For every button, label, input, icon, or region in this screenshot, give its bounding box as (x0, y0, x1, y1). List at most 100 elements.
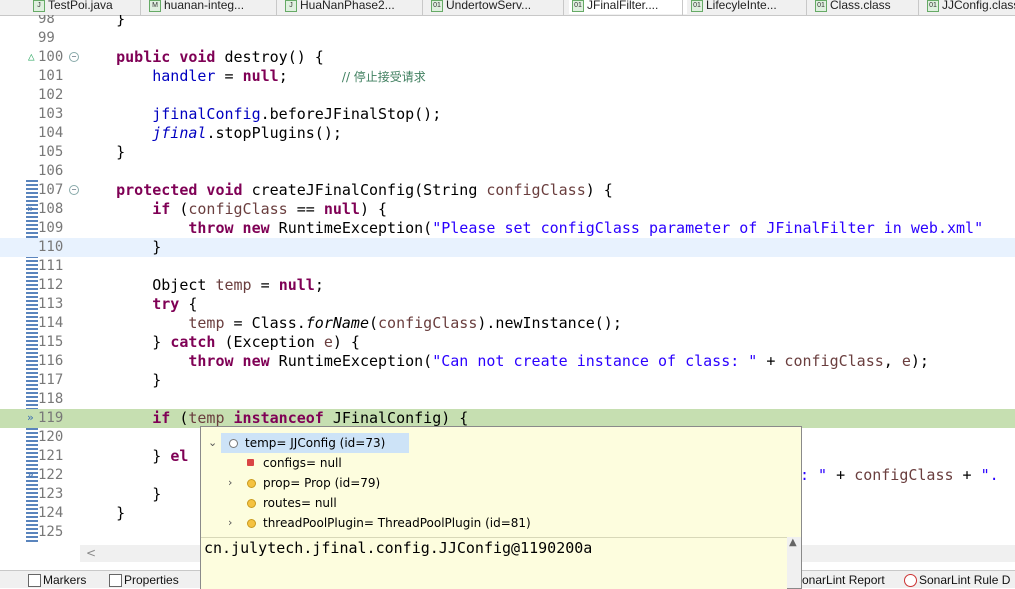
protected-field-icon (247, 519, 256, 528)
tab-huananphase2[interactable]: J HuaNanPhase2... (282, 0, 395, 14)
code-text: Object temp = null; (152, 276, 324, 294)
tab-separator (918, 0, 919, 15)
code-line-104[interactable]: 104 jfinal.stopPlugins(); (0, 124, 1015, 143)
variable-detail-pane[interactable]: cn.julytech.jfinal.config.JJConfig@11902… (201, 537, 787, 589)
code-line-115[interactable]: 115 } catch (Exception e) { (0, 333, 1015, 352)
variable-label: configs= null (263, 456, 342, 470)
line-number: 106 (38, 163, 64, 179)
collapse-chevron-icon[interactable]: ⌄ (208, 436, 217, 449)
code-line-114[interactable]: 114 temp = Class.forName(configClass).ne… (0, 314, 1015, 333)
code-line-113[interactable]: 113 try { (0, 295, 1015, 314)
code-text: public void destroy() { (116, 48, 324, 66)
code-line-112[interactable]: 112 Object temp = null; (0, 276, 1015, 295)
line-number: 116 (38, 353, 64, 369)
variable-tree[interactable]: temp= JJConfig (id=73) ⌄ configs= null ›… (201, 427, 801, 537)
sonarlint-icon (904, 574, 917, 587)
code-line-102[interactable]: 102 (0, 86, 1015, 105)
properties-icon (109, 574, 122, 587)
expand-chevron-icon[interactable]: › (228, 513, 232, 533)
class-file-icon: 01 (927, 0, 939, 12)
code-line-118[interactable]: 118 (0, 390, 1015, 409)
scroll-up-icon[interactable]: ▲ (789, 537, 797, 548)
line-number: 112 (38, 277, 64, 293)
code-text: jfinal.stopPlugins(); (152, 124, 342, 142)
variable-row-threadpoolplugin[interactable]: › threadPoolPlugin= ThreadPoolPlugin (id… (201, 513, 801, 533)
protected-field-icon (247, 479, 256, 488)
tab-label: Markers (43, 573, 87, 587)
code-line-110-current[interactable]: 110 } (0, 238, 1015, 257)
tab-separator (563, 0, 564, 15)
line-number: 113 (38, 296, 64, 312)
code-line-103[interactable]: 103 jfinalConfig.beforeJFinalStop(); (0, 105, 1015, 124)
code-line-99[interactable]: 99 (0, 29, 1015, 48)
code-line-105[interactable]: 105 } (0, 143, 1015, 162)
line-number: 98 (38, 15, 55, 27)
code-text: : " + configClass + ". (800, 466, 999, 484)
tab-label: onarLint Report (802, 573, 885, 587)
tab-jjconfig-class[interactable]: 01 JJConfig.class (924, 0, 1015, 14)
tab-sonarlint-rule[interactable]: SonarLint Rule D (902, 572, 1010, 588)
line-number: 122 (38, 467, 64, 483)
variable-label: temp= JJConfig (id=73) (245, 436, 386, 450)
code-text: jfinalConfig.beforeJFinalStop(); (152, 105, 442, 123)
expand-chevron-icon[interactable]: › (228, 473, 232, 493)
tab-properties[interactable]: Properties (107, 572, 179, 588)
code-line-107[interactable]: 107 − protected void createJFinalConfig(… (0, 181, 1015, 200)
line-number: 99 (38, 30, 55, 46)
tab-markers[interactable]: Markers (26, 572, 86, 588)
variable-label: routes= null (263, 496, 337, 510)
fold-toggle-icon[interactable]: − (69, 185, 79, 195)
code-text: } (152, 371, 162, 389)
code-line-98[interactable]: 98 } (0, 15, 1015, 29)
line-number: 103 (38, 106, 64, 122)
tab-separator (806, 0, 807, 15)
code-text: temp = Class.forName(configClass).newIns… (188, 314, 622, 332)
line-number: 120 (38, 429, 64, 445)
line-number: 108 (38, 201, 64, 217)
line-number: 125 (38, 524, 64, 540)
tab-huanan-integ[interactable]: Mhuanan-integ... (146, 0, 244, 14)
fold-toggle-icon[interactable]: − (69, 52, 79, 62)
code-text: } (152, 238, 162, 256)
class-file-icon: 01 (572, 0, 584, 12)
line-number: 107 (38, 182, 64, 198)
code-text: } (152, 485, 162, 503)
tab-label: JJConfig.class (942, 0, 1015, 12)
variable-detail-text: cn.julytech.jfinal.config.JJConfig@11902… (204, 539, 593, 557)
variable-row-temp[interactable]: temp= JJConfig (id=73) (221, 433, 409, 453)
line-number: 114 (38, 315, 64, 331)
tab-testpoi[interactable]: J TestPoi.java (30, 0, 113, 14)
line-number: 102 (38, 87, 64, 103)
class-file-icon: 01 (431, 0, 443, 12)
tab-label: SonarLint Rule D (919, 573, 1011, 587)
tab-lifecyleinte[interactable]: 01 LifecyleInte... (688, 0, 777, 14)
line-number: 101 (38, 68, 64, 84)
variable-label: prop= Prop (id=79) (263, 476, 381, 490)
tab-undertowserv[interactable]: 01 UndertowServ... (428, 0, 531, 14)
debug-hover-popup[interactable]: temp= JJConfig (id=73) ⌄ configs= null ›… (200, 426, 802, 589)
code-line-101[interactable]: 101 handler = null; // 停止接受请求 (0, 67, 1015, 86)
debug-arrow-icon: » (27, 411, 34, 424)
variable-row-routes[interactable]: routes= null (201, 493, 801, 513)
line-number: 100 (38, 49, 64, 65)
tab-separator (682, 0, 683, 15)
code-text: } (116, 504, 126, 522)
override-marker-icon: △ (28, 50, 35, 63)
tab-label: Properties (124, 573, 179, 587)
code-line-100[interactable]: △ 100 − public void destroy() { (0, 48, 1015, 67)
variable-row-prop[interactable]: › prop= Prop (id=79) (201, 473, 801, 493)
tab-jfinalfilter[interactable]: 01 JFinalFilter.... (569, 0, 687, 14)
code-line-116[interactable]: 116 throw new RuntimeException("Can not … (0, 352, 1015, 371)
scroll-left-icon[interactable]: < (86, 545, 96, 562)
code-line-111[interactable]: 111 (0, 257, 1015, 276)
code-line-117[interactable]: 117 } (0, 371, 1015, 390)
variable-row-configs[interactable]: configs= null (201, 453, 801, 473)
line-number: 119 (38, 410, 64, 426)
detail-vertical-scrollbar[interactable]: ▲ (787, 537, 801, 588)
line-number: 110 (38, 239, 64, 255)
code-line-109[interactable]: 109 throw new RuntimeException("Please s… (0, 219, 1015, 238)
line-number: 109 (38, 220, 64, 236)
code-line-106[interactable]: 106 (0, 162, 1015, 181)
code-line-108[interactable]: » 108 if (configClass == null) { (0, 200, 1015, 219)
tab-class-class[interactable]: 01 Class.class (812, 0, 891, 14)
